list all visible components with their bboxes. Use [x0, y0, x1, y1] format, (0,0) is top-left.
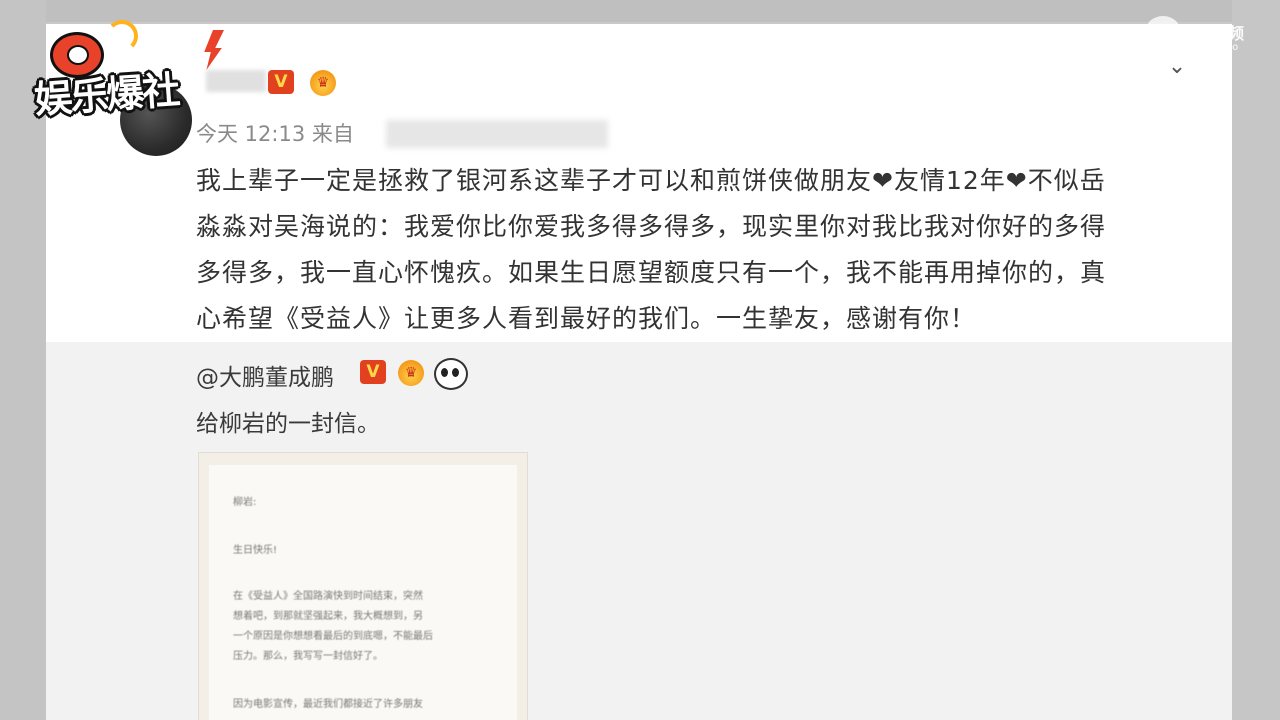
- panda-badge-icon: [434, 358, 468, 390]
- crown-badge-icon: ♛: [398, 360, 424, 386]
- verified-badge-label: V: [366, 362, 380, 382]
- signal-wave-icon: [106, 20, 138, 52]
- verified-badge-icon: V: [360, 360, 386, 384]
- post-source-blurred: [386, 120, 608, 148]
- verified-badge-icon: V: [268, 70, 294, 94]
- crown-badge-icon: ♛: [310, 70, 336, 96]
- post-text-line: 我上辈子一定是拯救了银河系这辈子才可以和煎饼侠做朋友❤友情12年❤不似岳: [196, 166, 1106, 195]
- letter-line: 生日快乐!: [233, 545, 278, 556]
- post-text-line: 淼淼对吴海说的：我爱你比你爱我多得多得多，现实里你对我比我对你好的多得: [196, 212, 1107, 241]
- post-text: 我上辈子一定是拯救了银河系这辈子才可以和煎饼侠做朋友❤友情12年❤不似岳 淼淼对…: [196, 158, 1186, 342]
- video-watermark: 视频 eo: [1146, 14, 1266, 58]
- letter-line: 一个原因是你想想看最后的到底嗯，不能最后: [233, 631, 433, 642]
- letter-line: 想着吧，到那就坚强起来，我大概想到，另: [233, 611, 423, 622]
- retweet-author-link[interactable]: @大鹏董成鹏: [196, 358, 334, 392]
- letter-line: 在《受益人》全国路演快到时间结束，突然: [233, 591, 423, 602]
- post-text-line: 多得多，我一直心怀愧疚。如果生日愿望额度只有一个，我不能再用掉你的，真: [196, 258, 1107, 287]
- channel-logo: 娱乐爆社: [28, 18, 258, 136]
- video-frame-right: [1232, 0, 1280, 720]
- letter-paper: 柳岩: 生日快乐! 在《受益人》全国路演快到时间结束，突然 想着吧，到那就坚强起…: [209, 465, 517, 720]
- logo-text: 娱乐爆社: [32, 68, 180, 122]
- letter-line: 压力。那么，我写写一封信好了。: [233, 651, 383, 662]
- watermark-text: 视频: [1212, 24, 1245, 43]
- post-text-line: 心希望《受益人》让更多人看到最好的我们。一生挚友，感谢有你！: [196, 304, 977, 333]
- crown-badge-label: ♛: [316, 75, 330, 91]
- watermark-logo-icon: [1146, 16, 1180, 44]
- letter-line: 因为电影宣传，最近我们都接近了许多朋友: [233, 699, 423, 710]
- verified-badge-label: V: [274, 72, 288, 92]
- letter-image[interactable]: 柳岩: 生日快乐! 在《受益人》全国路演快到时间结束，突然 想着吧，到那就坚强起…: [198, 452, 528, 720]
- lightning-bolt-icon: [204, 30, 224, 70]
- crown-badge-label: ♛: [404, 365, 418, 381]
- watermark-subtext: eo: [1226, 42, 1239, 53]
- letter-line: 柳岩:: [233, 497, 257, 508]
- retweet-text: 给柳岩的一封信。: [196, 411, 380, 437]
